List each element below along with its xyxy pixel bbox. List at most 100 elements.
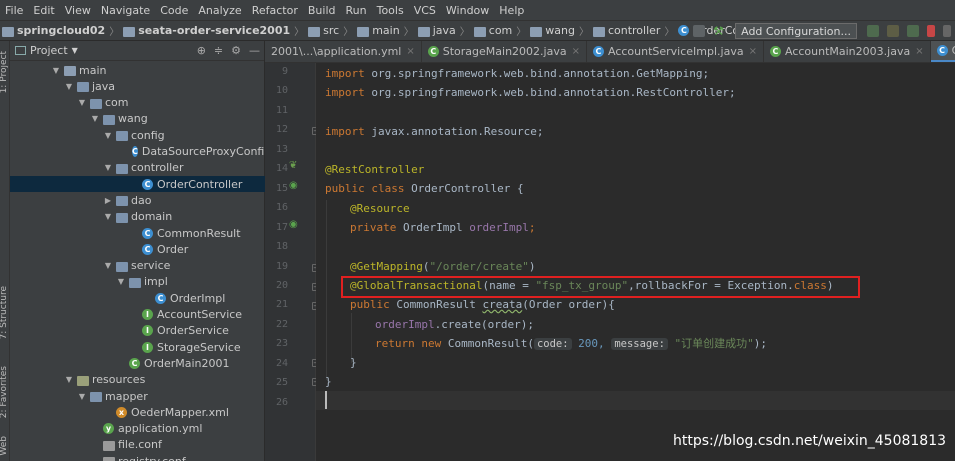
add-configuration-button[interactable]: Add Configuration... — [735, 22, 857, 39]
menu-navigate[interactable]: Navigate — [96, 4, 155, 17]
code-line-19: @GetMapping("/order/create") — [350, 257, 535, 276]
tree-item[interactable]: registry.conf — [10, 453, 265, 461]
run-icon[interactable] — [867, 24, 879, 37]
folder-icon — [308, 26, 321, 37]
menu-code[interactable]: Code — [155, 4, 193, 17]
tree-item[interactable]: I StorageService — [10, 339, 265, 355]
folder-res-icon — [77, 375, 89, 386]
tree-item[interactable]: ▼ com — [10, 95, 265, 111]
breadcrumb-item[interactable]: seata-order-service2001 — [123, 24, 290, 37]
tree-item[interactable]: ▶ dao — [10, 192, 265, 208]
hide-icon[interactable]: — — [249, 44, 260, 57]
breadcrumb-item[interactable]: controller — [592, 24, 660, 37]
tree-item[interactable]: C OrderImpl — [10, 290, 265, 306]
spring-class-icon[interactable]: ◉ — [289, 180, 298, 191]
menu-vcs[interactable]: VCS — [409, 4, 441, 17]
expand-arrow-icon[interactable]: ▼ — [103, 131, 113, 140]
project-tool-label[interactable]: 1: Project — [0, 51, 9, 93]
tree-item[interactable]: I OrderService — [10, 323, 265, 339]
tree-item[interactable]: y application.yml — [10, 421, 265, 437]
tree-item[interactable]: C DataSourceProxyConfig — [10, 144, 271, 160]
tree-item-label: OrderService — [157, 324, 229, 338]
expand-arrow-icon[interactable]: ▶ — [103, 196, 113, 205]
collapse-icon[interactable]: ≑ — [214, 44, 223, 57]
menu-run[interactable]: Run — [341, 4, 372, 17]
line-number: 18 — [275, 241, 288, 253]
tree-item[interactable]: ▼ controller — [10, 160, 265, 176]
bean-icon[interactable]: ❦ — [289, 160, 297, 171]
menu-help[interactable]: Help — [494, 4, 529, 17]
expand-arrow-icon[interactable]: ▼ — [90, 114, 100, 123]
tree-item[interactable]: C Order — [10, 241, 265, 257]
gear-icon[interactable]: ⚙ — [231, 44, 241, 57]
tree-item[interactable]: ▼ wang — [10, 111, 265, 127]
close-icon[interactable]: × — [406, 46, 414, 57]
tree-item[interactable]: ▼ config — [10, 127, 265, 143]
tree-item[interactable]: I AccountService — [10, 307, 265, 323]
expand-arrow-icon[interactable]: ▼ — [103, 212, 113, 221]
breadcrumb-item[interactable]: wang — [530, 24, 575, 37]
keyword: public class — [325, 182, 412, 195]
tree-item[interactable]: ▼ domain — [10, 209, 265, 225]
close-icon[interactable]: × — [915, 46, 923, 57]
menu-tools[interactable]: Tools — [372, 4, 409, 17]
breadcrumb-item[interactable]: java — [417, 24, 456, 37]
breadcrumb-item[interactable]: main — [357, 24, 400, 37]
dropdown-icon[interactable]: ▼ — [72, 46, 78, 55]
menu-build[interactable]: Build — [303, 4, 341, 17]
autowired-icon[interactable]: ◉ — [289, 219, 298, 230]
editor-tab[interactable]: COrderController.java× — [930, 41, 955, 62]
tree-item[interactable]: ▼ service — [10, 258, 265, 274]
package-icon — [116, 163, 128, 174]
tree-item[interactable]: ▼ main — [10, 62, 265, 78]
expand-arrow-icon[interactable]: ▼ — [64, 375, 74, 384]
tree-item[interactable]: x OederMapper.xml — [10, 404, 265, 420]
hammer-icon[interactable]: ⚒ — [713, 25, 725, 37]
more-icon[interactable] — [943, 24, 951, 37]
annotation: @GetMapping — [350, 260, 423, 273]
close-icon[interactable]: × — [572, 46, 580, 57]
breadcrumb-item[interactable]: src — [308, 24, 339, 37]
expand-arrow-icon[interactable]: ▼ — [77, 392, 87, 401]
expand-arrow-icon[interactable]: ▼ — [116, 277, 126, 286]
locate-icon[interactable]: ⊕ — [197, 44, 206, 57]
package-icon — [116, 261, 128, 272]
tree-item[interactable]: file.conf — [10, 437, 265, 453]
tree-item[interactable]: ▼ impl — [10, 274, 265, 290]
editor-tab[interactable]: C AccountServiceImpl.java × — [587, 41, 764, 62]
menu-view[interactable]: View — [60, 4, 96, 17]
window-icon[interactable] — [693, 24, 706, 37]
expand-arrow-icon[interactable]: ▼ — [64, 82, 74, 91]
editor-tab[interactable]: y2001\...\application.yml× — [265, 41, 422, 62]
tree-item[interactable]: ▼ java — [10, 78, 265, 94]
debug-icon[interactable] — [887, 24, 899, 37]
favorites-tool-label[interactable]: 2: Favorites — [0, 366, 9, 418]
interface-icon: I — [142, 309, 153, 320]
breadcrumb-item[interactable]: springcloud02 — [2, 24, 105, 37]
tree-item-label: StorageService — [157, 340, 241, 354]
menu-window[interactable]: Window — [441, 4, 494, 17]
expand-arrow-icon[interactable]: ▼ — [103, 261, 113, 270]
tree-item[interactable]: ▼ mapper — [10, 388, 265, 404]
tree-item[interactable]: C CommonResult — [10, 225, 265, 241]
coverage-icon[interactable] — [907, 24, 919, 37]
editor-tab[interactable]: C AccountMain2003.java × — [764, 41, 931, 62]
structure-tool-label[interactable]: 7: Structure — [0, 286, 9, 340]
breadcrumb-item[interactable]: com — [473, 24, 512, 37]
project-panel-title[interactable]: Project — [30, 44, 68, 57]
tree-item[interactable]: ▼ resources — [10, 372, 265, 388]
web-tool-label[interactable]: Web — [0, 436, 9, 456]
close-icon[interactable]: × — [749, 46, 757, 57]
expand-arrow-icon[interactable]: ▼ — [103, 163, 113, 172]
editor-tab[interactable]: C StorageMain2002.java × — [422, 41, 587, 62]
menu-analyze[interactable]: Analyze — [193, 4, 246, 17]
tree-item[interactable]: C OrderMain2001 — [10, 355, 265, 371]
stop-icon[interactable] — [927, 24, 935, 37]
expand-arrow-icon[interactable]: ▼ — [77, 98, 87, 107]
menu-refactor[interactable]: Refactor — [247, 4, 303, 17]
menu-file[interactable]: File — [0, 4, 28, 17]
tree-item[interactable]: C OrderController — [10, 176, 265, 193]
breadcrumb-separator-icon: 〉 — [343, 27, 354, 38]
expand-arrow-icon[interactable]: ▼ — [51, 66, 61, 75]
menu-edit[interactable]: Edit — [28, 4, 59, 17]
